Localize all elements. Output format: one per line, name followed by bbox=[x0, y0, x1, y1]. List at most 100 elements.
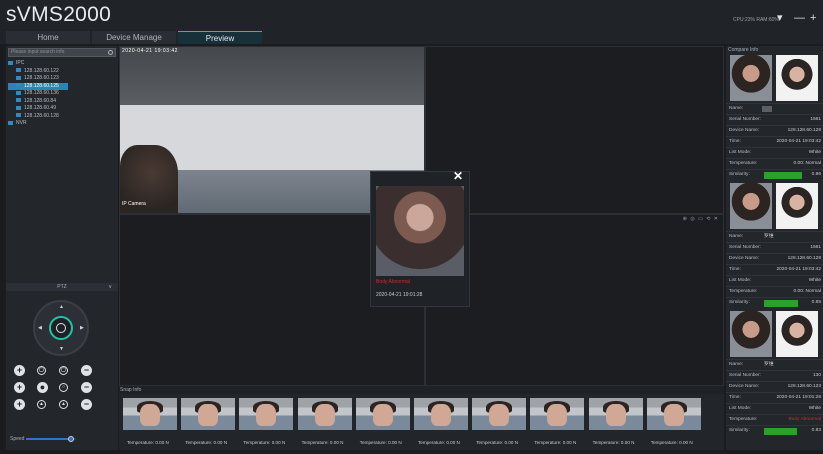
maximize-button[interactable]: + bbox=[810, 12, 816, 24]
joystick-center[interactable] bbox=[49, 316, 73, 340]
camera-icon bbox=[16, 113, 21, 118]
ptz-header[interactable]: PTZ ∨ bbox=[6, 283, 118, 291]
snap-thumbnail[interactable] bbox=[414, 398, 468, 430]
window-restore-icon[interactable]: ▢ bbox=[59, 366, 68, 375]
compare-value: 0.83 bbox=[811, 428, 821, 433]
compare-row-name: Name: 罗维 bbox=[726, 231, 823, 242]
tree-device-selected[interactable]: 128.128.60.125 bbox=[8, 82, 68, 90]
snap-face bbox=[547, 404, 568, 426]
snap-thumbnail[interactable] bbox=[123, 398, 177, 430]
main-tabs: Home Device Manage Preview bbox=[6, 31, 264, 44]
compare-value: 罗维 bbox=[764, 362, 774, 367]
speed-label: Speed bbox=[10, 436, 25, 442]
compare-label: Serial Number: bbox=[729, 245, 761, 250]
system-usage: CPU:23% RAM:60% bbox=[733, 17, 779, 23]
arrow-right-icon[interactable]: ▶ bbox=[80, 325, 84, 331]
similarity-bar bbox=[764, 300, 798, 307]
joystick-icon bbox=[56, 323, 66, 333]
compare-value: 130 bbox=[812, 373, 821, 378]
compare-row-name: Name: 罗维 bbox=[726, 359, 823, 370]
search-input[interactable]: Please input search info bbox=[8, 48, 116, 57]
snap-thumbnail[interactable] bbox=[297, 398, 352, 430]
alarm-time: 2020-04-21 19:01:28 bbox=[376, 292, 423, 298]
compare-label: Name: bbox=[729, 234, 744, 239]
snap-thumbnail[interactable] bbox=[355, 398, 410, 430]
compare-row-time: Time: 2020-04-21 19:03:42 bbox=[726, 136, 823, 147]
camera-icon bbox=[16, 98, 21, 103]
zoom-in-button[interactable]: + bbox=[14, 365, 25, 376]
compare-row-name: Name: bbox=[726, 103, 823, 114]
tree-device[interactable]: 128.128.60.84 bbox=[8, 98, 68, 106]
wiper-icon[interactable]: ▴ bbox=[59, 400, 68, 409]
tree-group-nvr[interactable]: NVR bbox=[8, 120, 68, 128]
snap-thumbnail[interactable] bbox=[239, 398, 294, 430]
snap-thumbnail[interactable] bbox=[530, 398, 585, 430]
cell-toolbar[interactable]: ⊕ ◎ ▭ ⟲ ✕ bbox=[683, 216, 719, 222]
tab-device-manage[interactable]: Device Manage bbox=[92, 31, 176, 44]
compare-label: Device Name: bbox=[729, 128, 760, 133]
ptz-joystick[interactable]: ▲ ▼ ◀ ▶ bbox=[33, 300, 89, 356]
compare-label: Device Name: bbox=[729, 256, 760, 261]
similarity-bar bbox=[764, 172, 802, 179]
snap-face bbox=[198, 404, 219, 426]
left-panel: Please input search info IPC 128.128.60.… bbox=[6, 46, 118, 450]
tree-device[interactable]: 128.128.60.49 bbox=[8, 105, 68, 113]
compare-title: Compare Info bbox=[728, 47, 759, 53]
compare-row-device: Device Name: 128.128.60.128 bbox=[726, 125, 823, 136]
tree-device[interactable]: 128.128.60.136 bbox=[8, 90, 68, 98]
arrow-up-icon[interactable]: ▲ bbox=[59, 304, 64, 310]
compare-value: 2020-04-21 19:03:42 bbox=[776, 267, 821, 272]
tree-device[interactable]: 128.128.60.123 bbox=[8, 75, 68, 83]
snap-temperature: Temperature: 0.00 N bbox=[476, 440, 519, 445]
speed-slider-handle[interactable] bbox=[68, 436, 74, 442]
compare-row-temperature: Temperature: 0.00: Normal bbox=[726, 158, 823, 169]
arrow-down-icon[interactable]: ▼ bbox=[59, 346, 64, 352]
tree-device[interactable]: 128.128.60.122 bbox=[8, 68, 68, 76]
snap-thumbnail[interactable] bbox=[472, 398, 527, 430]
compare-record[interactable]: Name: 罗维 Serial Number: 130 Device Name: 128.… bbox=[726, 311, 823, 450]
menu-dropdown-icon[interactable]: ▾ bbox=[777, 12, 783, 24]
alarm-status: Body Abnormal bbox=[376, 279, 410, 285]
compare-label: Temperature: bbox=[729, 417, 758, 422]
library-face-photo bbox=[776, 183, 818, 229]
zoom-out-button[interactable]: − bbox=[81, 365, 92, 376]
snap-temperature: Temperature: 0.00 N bbox=[592, 440, 635, 445]
light-icon[interactable]: ▲ bbox=[37, 400, 46, 409]
window-icon[interactable]: ▢ bbox=[37, 366, 46, 375]
compare-value: White bbox=[808, 406, 821, 411]
compare-row-list-mode: List Mode: White bbox=[726, 147, 823, 158]
compare-label: Serial Number: bbox=[729, 117, 761, 122]
tab-preview[interactable]: Preview bbox=[178, 31, 262, 44]
snap-thumbnail[interactable] bbox=[588, 398, 643, 430]
snap-thumbnail[interactable] bbox=[181, 398, 236, 430]
tree-group-ipc[interactable]: IPC bbox=[8, 60, 68, 68]
focus-in-button[interactable]: + bbox=[14, 382, 25, 393]
captured-face-photo bbox=[730, 311, 772, 357]
light-off-button[interactable]: − bbox=[81, 399, 92, 410]
camera-icon bbox=[16, 105, 21, 110]
compare-row-list-mode: List Mode: White bbox=[726, 403, 823, 414]
library-face-photo bbox=[776, 55, 818, 101]
minimize-button[interactable]: — bbox=[794, 12, 805, 24]
snap-thumbnail[interactable] bbox=[646, 398, 701, 430]
compare-label: Time: bbox=[729, 139, 741, 144]
app-title: sVMS2000 bbox=[6, 3, 112, 26]
compare-label: Temperature: bbox=[729, 161, 758, 166]
captured-face-photo bbox=[730, 55, 772, 101]
speed-slider[interactable] bbox=[26, 436, 76, 442]
snap-temperature: Temperature: 0.00 N bbox=[243, 440, 286, 445]
arrow-left-icon[interactable]: ◀ bbox=[38, 325, 42, 331]
chevron-down-icon[interactable]: ∨ bbox=[108, 283, 112, 291]
iris-close-button[interactable]: ○ bbox=[59, 383, 68, 392]
search-icon[interactable] bbox=[108, 50, 113, 55]
compare-value: White bbox=[808, 150, 821, 155]
light-on-button[interactable]: + bbox=[14, 399, 25, 410]
similarity-bar bbox=[764, 428, 797, 435]
tree-device[interactable]: 128.128.60.128 bbox=[8, 113, 68, 121]
focus-out-button[interactable]: − bbox=[81, 382, 92, 393]
iris-open-button[interactable]: ● bbox=[37, 382, 48, 393]
tab-home[interactable]: Home bbox=[6, 31, 90, 44]
compare-value: 罗维 bbox=[764, 234, 774, 239]
alarm-face-snapshot bbox=[376, 186, 464, 276]
close-icon[interactable]: ✕ bbox=[453, 169, 463, 183]
